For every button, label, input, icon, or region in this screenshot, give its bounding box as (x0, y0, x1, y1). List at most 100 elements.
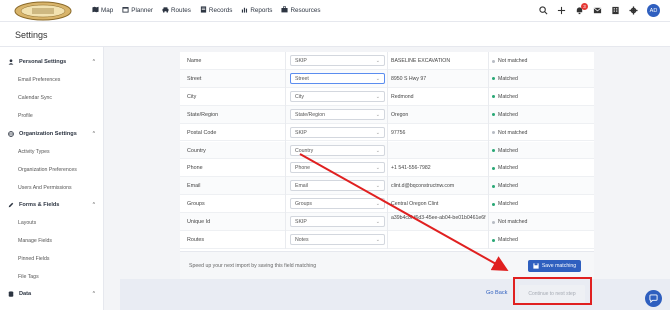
chevron-up-icon[interactable]: ⌃ (92, 131, 96, 137)
records-icon (200, 6, 207, 15)
field-mapping-select[interactable]: Email ⌄ (290, 180, 385, 192)
nav-planner[interactable]: Planner (122, 6, 153, 15)
match-status-label: Not matched (498, 219, 528, 226)
selected-value: Email (295, 183, 308, 190)
field-name: Country (187, 147, 206, 154)
chart-icon (241, 6, 248, 15)
field-name: Groups (187, 201, 205, 208)
sidebar-section-forms-fields[interactable]: Forms & Fields ⌃ (8, 202, 96, 208)
sidebar-item-layouts[interactable]: Layouts (18, 220, 36, 226)
avatar[interactable]: AD (647, 4, 660, 17)
briefcase-icon (281, 6, 288, 15)
building-icon[interactable] (611, 6, 620, 15)
nav-label: Routes (170, 7, 191, 14)
chevron-down-icon: ⌄ (375, 58, 380, 64)
match-status-label: Matched (498, 93, 518, 100)
match-status-label: Matched (498, 147, 518, 154)
gear-icon[interactable] (629, 6, 638, 15)
selected-value: Groups (295, 201, 313, 208)
sample-value: Redmond (391, 93, 414, 100)
chevron-down-icon: ⌄ (375, 111, 380, 118)
sample-value: Central Oregon Clint (391, 201, 439, 208)
status-dot-icon (492, 59, 495, 63)
status-dot-icon (492, 131, 495, 135)
mail-icon[interactable] (593, 6, 602, 15)
match-status-label: Matched (498, 165, 518, 172)
match-status-label: Matched (498, 201, 518, 208)
nav-reports[interactable]: Reports (241, 6, 272, 15)
match-status: Matched (492, 76, 518, 82)
chevron-down-icon: ⌄ (375, 237, 380, 243)
add-icon[interactable] (557, 6, 566, 15)
save-matching-button[interactable]: Save matching (528, 260, 581, 272)
sample-value: BASELINE EXCAVATION (391, 58, 451, 64)
match-status: Matched (492, 165, 518, 171)
company-logo[interactable] (14, 1, 72, 21)
chevron-down-icon: ⌄ (375, 165, 380, 172)
sidebar-item-organization-preferences[interactable]: Organization Preferences (18, 167, 77, 173)
sidebar-section-label: Organization Settings (19, 131, 77, 137)
chevron-down-icon: ⌄ (375, 93, 380, 100)
sidebar-section-label: Forms & Fields (19, 202, 60, 208)
nav-map[interactable]: Map (92, 6, 113, 15)
nav-records[interactable]: Records (200, 6, 232, 15)
column-divider (387, 52, 388, 249)
selected-value: Country (295, 147, 314, 154)
database-icon (8, 291, 14, 297)
field-name: Routes (187, 237, 205, 243)
settings-sidebar: Personal Settings ⌃ Email Preferences Calen… (0, 47, 104, 310)
field-mapping-select[interactable]: SKIP ⌄ (290, 55, 385, 66)
field-name: Phone (187, 165, 203, 172)
nav-label: Reports (250, 7, 273, 14)
floppy-icon (533, 263, 539, 269)
field-mapping-select[interactable]: Groups ⌄ (290, 198, 385, 210)
sidebar-item-pinned-fields[interactable]: Pinned Fields (18, 256, 49, 262)
selected-value: Notes (295, 237, 309, 243)
sidebar-item-activity-types[interactable]: Activity Types (18, 149, 50, 155)
chevron-down-icon: ⌄ (375, 75, 380, 82)
chevron-down-icon: ⌄ (375, 219, 380, 226)
match-status-label: Not matched (498, 129, 528, 136)
nav-label: Planner (131, 7, 153, 14)
chevron-up-icon[interactable]: ⌃ (92, 202, 96, 208)
field-mapping-select[interactable]: Notes ⌄ (290, 234, 385, 245)
chevron-down-icon: ⌄ (375, 129, 380, 136)
go-back-link[interactable]: Go Back (486, 290, 507, 296)
field-mapping-select[interactable]: City ⌄ (290, 90, 385, 102)
user-icon (8, 59, 14, 65)
field-mapping-select[interactable]: Country ⌄ (290, 144, 385, 156)
chevron-up-icon[interactable]: ⌃ (92, 291, 96, 297)
match-status: Matched (492, 148, 518, 154)
bell-icon[interactable]: 3 (575, 3, 588, 15)
sample-value: a39b4c8f-f6d3-45ee-ab04-be01b0461e6f (391, 215, 486, 222)
chevron-up-icon[interactable]: ⌃ (92, 59, 96, 65)
sidebar-section-organization-settings[interactable]: Organization Settings ⌃ (8, 131, 96, 137)
sidebar-section-label: Data (19, 291, 32, 297)
nav-label: Map (101, 7, 114, 14)
sidebar-item-email-preferences[interactable]: Email Preferences (18, 77, 60, 83)
field-mapping-select[interactable]: Phone ⌄ (290, 162, 385, 174)
status-dot-icon (492, 238, 495, 242)
status-dot-icon (492, 95, 495, 99)
nav-routes[interactable]: Routes (162, 6, 191, 15)
search-icon[interactable] (539, 6, 548, 15)
nav-resources[interactable]: Resources (281, 6, 321, 15)
sidebar-item-users-and-permissions[interactable]: Users And Permissions (18, 185, 72, 191)
field-mapping-select[interactable]: Street ⌄ (290, 72, 385, 84)
sidebar-item-manage-fields[interactable]: Manage Fields (18, 238, 52, 244)
match-status: Matched (492, 112, 518, 118)
sidebar-item-file-tags[interactable]: File Tags (18, 274, 39, 280)
status-dot-icon (492, 166, 495, 170)
nav-label: Records (208, 7, 233, 14)
field-mapping-select[interactable]: SKIP ⌄ (290, 216, 385, 228)
field-mapping-select[interactable]: State/Region ⌄ (290, 108, 385, 120)
field-mapping-select[interactable]: SKIP ⌄ (290, 126, 385, 138)
sidebar-item-profile[interactable]: Profile (18, 113, 33, 119)
chat-button[interactable] (645, 290, 662, 307)
sidebar-section-personal-settings[interactable]: Personal Settings ⌃ (8, 59, 96, 65)
match-status: Matched (492, 94, 518, 100)
sidebar-section-data[interactable]: Data ⌃ (8, 291, 96, 297)
sidebar-item-calendar-sync[interactable]: Calendar Sync (18, 95, 52, 101)
status-dot-icon (492, 220, 495, 224)
chevron-down-icon: ⌄ (375, 147, 380, 154)
